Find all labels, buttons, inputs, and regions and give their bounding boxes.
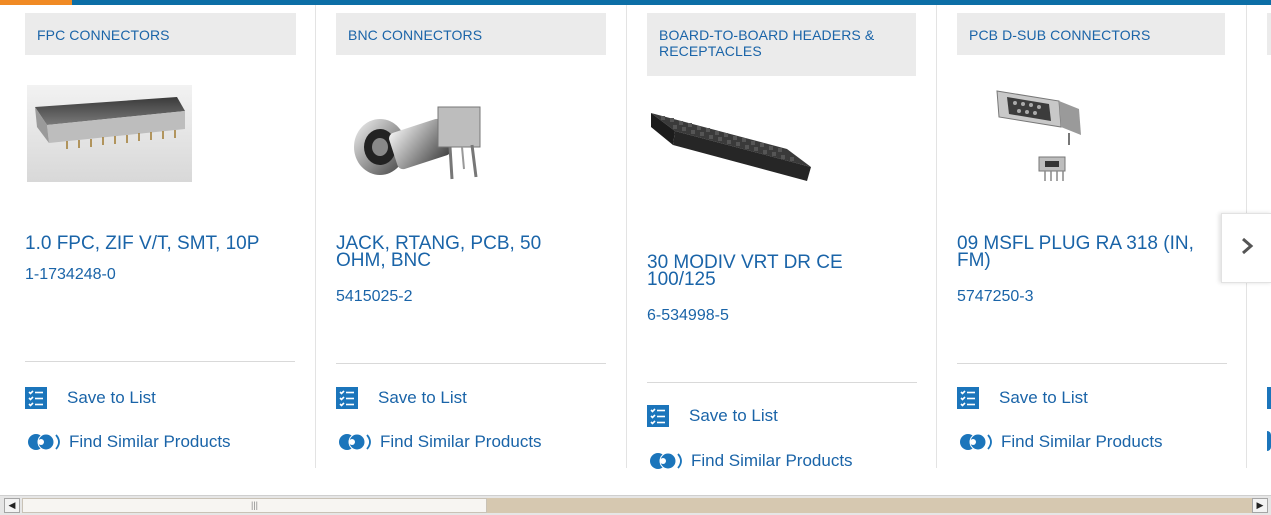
- find-similar-label[interactable]: Find Similar Products: [69, 432, 231, 452]
- product-title-link[interactable]: JACK, RTANG, PCB, 50 OHM, BNC: [336, 234, 596, 270]
- save-to-list-button[interactable]: Save to List: [336, 387, 467, 409]
- part-number-link[interactable]: 5747250-3: [957, 288, 1034, 306]
- card-divider: [957, 363, 1227, 364]
- product-card: FPC CONNECTORS 1.0 FPC, ZIF V/T, SMT, 10…: [25, 5, 315, 468]
- checklist-icon: [336, 387, 358, 409]
- save-to-list-label[interactable]: Save to List: [378, 388, 467, 408]
- product-card: BOARD-TO-BOARD HEADERS & RECEPTACLES 30 …: [647, 5, 937, 470]
- part-number-link[interactable]: 5415025-2: [336, 288, 413, 306]
- save-to-list-button[interactable]: Save to List: [25, 387, 156, 409]
- save-to-list-label[interactable]: Save to List: [689, 406, 778, 426]
- find-similar-button[interactable]: Find Similar Products: [647, 450, 853, 472]
- scrollbar-grip: |||: [250, 500, 258, 510]
- category-tag[interactable]: PCB D-SUB CONNECTORS: [957, 13, 1225, 55]
- part-number-link[interactable]: 1-1734248-0: [25, 266, 116, 284]
- card-separator: [315, 5, 316, 468]
- category-tag: [1267, 13, 1271, 55]
- checklist-icon: [1267, 387, 1271, 409]
- category-tag[interactable]: BOARD-TO-BOARD HEADERS & RECEPTACLES: [647, 13, 916, 76]
- product-card: PCB D-SUB CONNECTORS 09 MSFL PLUG RA 318…: [957, 5, 1247, 468]
- scrollbar-track[interactable]: [487, 498, 1252, 513]
- find-similar-label[interactable]: Find Similar Products: [1001, 432, 1163, 452]
- find-similar-icon: [336, 431, 376, 453]
- save-to-list-label[interactable]: Save to List: [999, 388, 1088, 408]
- dsub-connector-image[interactable]: [989, 83, 1099, 183]
- chevron-right-icon: [1240, 235, 1254, 261]
- product-carousel: FPC CONNECTORS 1.0 FPC, ZIF V/T, SMT, 10…: [0, 5, 1271, 490]
- checklist-icon: [957, 387, 979, 409]
- fpc-connector-image[interactable]: [27, 85, 192, 182]
- category-label[interactable]: BOARD-TO-BOARD HEADERS & RECEPTACLES: [659, 27, 909, 59]
- save-to-list-button[interactable]: Save to List: [957, 387, 1088, 409]
- checklist-icon: [647, 405, 669, 427]
- save-to-list-button[interactable]: Save to List: [647, 405, 778, 427]
- find-similar-icon: [25, 431, 65, 453]
- product-card: BNC CONNECTORS JACK, RTANG, PCB, 50 OHM,…: [336, 5, 626, 468]
- category-tag[interactable]: FPC CONNECTORS: [25, 13, 296, 55]
- scroll-left-arrow[interactable]: ◀: [4, 498, 20, 513]
- card-separator: [936, 5, 937, 468]
- checklist-icon: [25, 387, 47, 409]
- category-label[interactable]: PCB D-SUB CONNECTORS: [969, 27, 1150, 43]
- find-similar-icon: [957, 431, 997, 453]
- scroll-right-arrow[interactable]: ▶: [1252, 498, 1268, 513]
- card-separator: [626, 5, 627, 468]
- find-similar-icon: [647, 450, 687, 472]
- category-label[interactable]: BNC CONNECTORS: [348, 27, 482, 43]
- horizontal-scrollbar[interactable]: ◀ ||| ▶: [0, 495, 1271, 515]
- bnc-connector-image[interactable]: [350, 93, 495, 181]
- card-divider: [25, 361, 295, 362]
- card-divider: [336, 363, 606, 364]
- product-title-link[interactable]: 30 MODIV VRT DR CE 100/125: [647, 253, 907, 289]
- find-similar-button[interactable]: Find Similar Products: [336, 431, 542, 453]
- card-divider: [647, 382, 917, 383]
- part-number-link[interactable]: 6-534998-5: [647, 307, 729, 325]
- category-label[interactable]: FPC CONNECTORS: [37, 27, 170, 43]
- category-tag[interactable]: BNC CONNECTORS: [336, 13, 606, 55]
- find-similar-label[interactable]: Find Similar Products: [380, 432, 542, 452]
- product-title-link[interactable]: 1.0 FPC, ZIF V/T, SMT, 10P: [25, 234, 285, 253]
- product-title-link[interactable]: 09 MSFL PLUG RA 318 (IN, FM): [957, 234, 1217, 270]
- save-to-list-label[interactable]: Save to List: [67, 388, 156, 408]
- carousel-next-button[interactable]: [1221, 213, 1271, 283]
- scrollbar-thumb[interactable]: |||: [22, 498, 487, 513]
- header-receptacle-image[interactable]: [651, 105, 811, 187]
- find-similar-button[interactable]: Find Similar Products: [957, 431, 1163, 453]
- find-similar-icon: [1267, 431, 1271, 451]
- find-similar-label[interactable]: Find Similar Products: [691, 451, 853, 471]
- find-similar-button[interactable]: Find Similar Products: [25, 431, 231, 453]
